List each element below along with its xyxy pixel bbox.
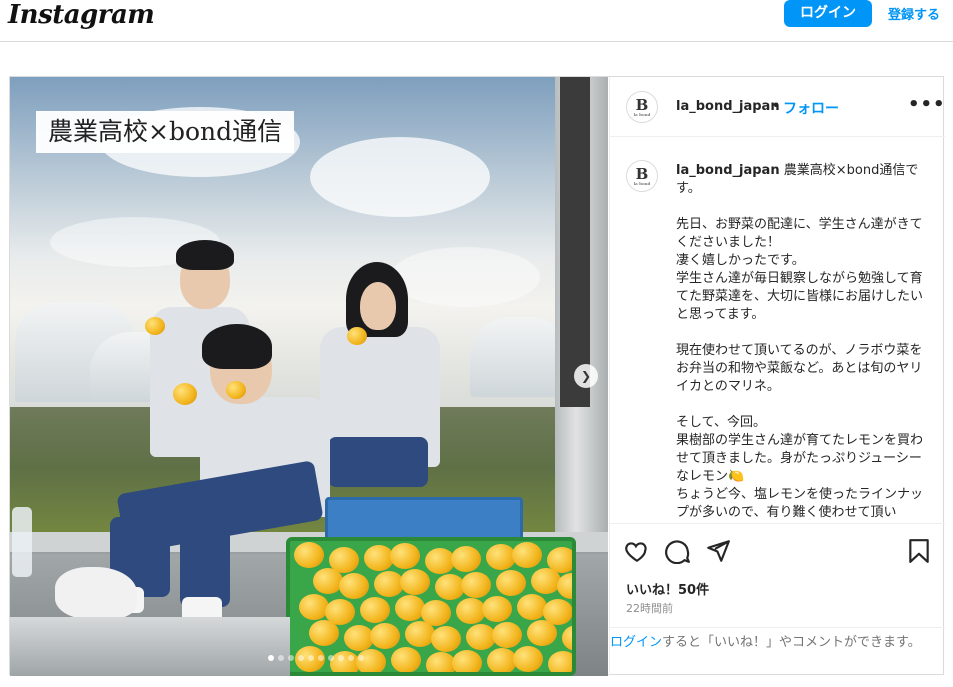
photo-lemon xyxy=(356,649,386,672)
photo-lemon xyxy=(562,625,572,651)
photo-lemon xyxy=(482,596,512,622)
top-nav: Instagram ログイン 登録する xyxy=(0,0,953,42)
header-username[interactable]: la_bond_japan xyxy=(676,99,780,114)
carousel-dot xyxy=(268,655,274,661)
photo-lemon xyxy=(492,622,522,648)
photo-lemon xyxy=(294,542,324,568)
instagram-logo[interactable]: Instagram xyxy=(8,0,155,30)
caption-area: B la bond la_bond_japan 農業高校×bond通信です。 先… xyxy=(610,138,945,524)
image-overlay-title: 農業高校×bond通信 xyxy=(36,111,295,153)
photo-bottle xyxy=(12,507,32,577)
carousel-dot xyxy=(328,655,334,661)
login-prompt-text: すると「いいね！」やコメントができます。 xyxy=(662,635,921,650)
login-link[interactable]: ログイン xyxy=(610,635,662,650)
avatar-sub: la bond xyxy=(633,181,651,186)
photo-lemon xyxy=(360,597,390,623)
bookmark-icon[interactable] xyxy=(906,538,932,564)
photo-lemon xyxy=(451,546,481,572)
carousel-dot xyxy=(358,655,364,661)
avatar[interactable]: B la bond xyxy=(626,91,658,123)
post-actions: いいね！50件 22時間前 xyxy=(610,523,945,627)
avatar-sub: la bond xyxy=(633,112,651,117)
photo-truck-frame xyxy=(560,77,590,407)
post-sidebar: B la bond la_bond_japan • フォロー ••• B la … xyxy=(609,77,945,676)
photo-lemon xyxy=(557,573,572,599)
carousel-dot xyxy=(348,655,354,661)
carousel-next-button[interactable]: ❯ xyxy=(574,364,598,388)
post-header: B la bond la_bond_japan • フォロー ••• xyxy=(610,77,945,137)
photo-truck-side xyxy=(10,617,290,676)
photo-lemon xyxy=(339,573,369,599)
follow-button[interactable]: フォロー xyxy=(783,98,839,118)
comment-icon[interactable] xyxy=(665,538,691,564)
heart-icon[interactable] xyxy=(624,538,650,564)
caption-text: 農業高校×bond通信です。 先日、お野菜の配達に、学生さん達がきてくださいまし… xyxy=(676,163,924,520)
photo-lemon xyxy=(309,620,339,646)
photo-lemon xyxy=(517,594,547,620)
login-button[interactable]: ログイン xyxy=(784,0,872,27)
carousel-dot xyxy=(318,655,324,661)
photo-lemon xyxy=(513,646,543,672)
share-icon[interactable] xyxy=(705,538,731,564)
photo-lemon xyxy=(531,568,561,594)
photo-bag xyxy=(55,567,137,619)
more-options-button[interactable]: ••• xyxy=(908,94,946,115)
carousel-dot xyxy=(298,655,304,661)
photo-cloud xyxy=(310,137,490,217)
photo-lemon xyxy=(452,650,482,672)
photo-lemon xyxy=(390,543,420,569)
header-separator: • xyxy=(772,99,780,114)
photo-lemon xyxy=(527,620,557,646)
photo-cloud xyxy=(390,247,540,307)
caption-username[interactable]: la_bond_japan xyxy=(676,163,780,178)
carousel-dot xyxy=(308,655,314,661)
carousel-dot xyxy=(338,655,344,661)
photo-lemon xyxy=(370,623,400,649)
photo-lemon xyxy=(461,572,491,598)
carousel-dot xyxy=(288,655,294,661)
login-prompt: ログインすると「いいね！」やコメントができます。 xyxy=(610,627,945,676)
like-count[interactable]: いいね！50件 xyxy=(626,579,709,598)
photo-lemon xyxy=(299,594,329,620)
photo-lemon xyxy=(391,647,421,672)
caption: la_bond_japan 農業高校×bond通信です。 先日、お野菜の配達に、… xyxy=(676,162,934,522)
photo-lemon xyxy=(431,626,461,652)
post-card: 農業高校×bond通信 ❯ B la bond la_bond_japan • … xyxy=(9,76,945,676)
photo-lemon xyxy=(400,569,430,595)
photo-lemon xyxy=(512,542,542,568)
photo-lemon xyxy=(405,621,435,647)
post-image[interactable]: 農業高校×bond通信 ❯ xyxy=(10,77,608,676)
photo-lemon xyxy=(548,651,572,672)
carousel-dot xyxy=(278,655,284,661)
photo-lemon xyxy=(395,595,425,621)
signup-link[interactable]: 登録する xyxy=(888,4,940,23)
photo-lemon xyxy=(496,570,526,596)
carousel-dots xyxy=(268,655,364,661)
post-timestamp[interactable]: 22時間前 xyxy=(626,600,673,616)
photo-lemon xyxy=(313,568,343,594)
caption-avatar[interactable]: B la bond xyxy=(626,160,658,192)
